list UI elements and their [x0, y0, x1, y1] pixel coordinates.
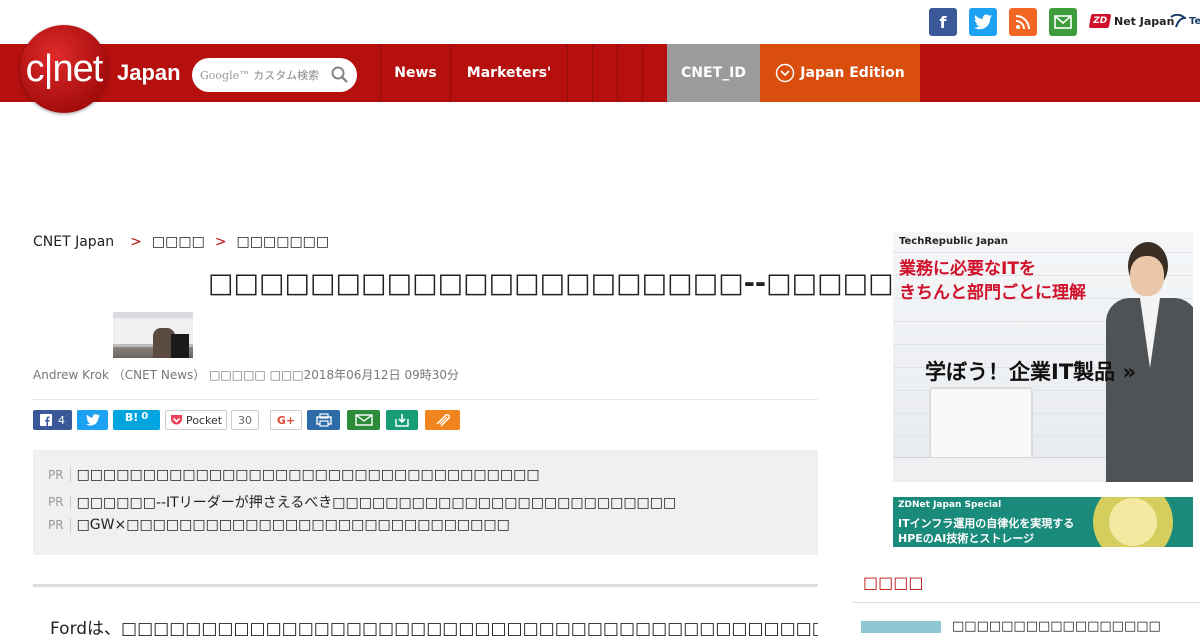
download-icon [395, 414, 409, 427]
japan-edition-button[interactable]: Japan Edition [760, 44, 920, 102]
pr-link[interactable]: PR □□□□□□--ITリーダーが押さえるべき□□□□□□□□□□□□□□□□… [48, 492, 676, 512]
nav-item-marketers[interactable]: Marketers' [450, 44, 567, 102]
breadcrumb-level1[interactable]: □□□□ [152, 234, 205, 250]
logo-suffix: Japan [117, 60, 181, 85]
nav-item-6[interactable] [642, 44, 667, 102]
facebook-icon [40, 414, 52, 426]
ad2-brand: ZDNet Japan Special [898, 500, 1002, 510]
breadcrumb-separator: > [214, 234, 227, 250]
techrepublic-icon [1170, 14, 1186, 28]
pr-links-box: PR □□□□□□□□□□□□□□□□□□□□□□□□□□□□□□□□□□□ P… [33, 450, 818, 555]
cnet-id-button[interactable]: CNET_ID [667, 44, 760, 102]
google-plus-button[interactable]: G+ [270, 410, 302, 430]
article-title: □□□□□□□□□□□□□□□□□□□□□--□□□□□ [208, 268, 894, 299]
nav-item-news[interactable]: News [380, 44, 450, 102]
paperclip-icon [436, 414, 450, 427]
pr-link[interactable]: PR □□□□□□□□□□□□□□□□□□□□□□□□□□□□□□□□□□□ [48, 467, 540, 483]
facebook-share-button[interactable]: 4 [33, 410, 72, 430]
zdnet-logo-mark: ZD [1088, 14, 1112, 28]
nav-item-4[interactable] [592, 44, 617, 102]
hatena-label: B! [124, 411, 139, 424]
search-input[interactable] [251, 67, 330, 83]
nav-item-3[interactable] [567, 44, 592, 102]
ad-monitor-illustration [929, 387, 1033, 461]
ad-cta: 学ぼう！企業IT製品 » [925, 360, 1137, 384]
nav-item-5[interactable] [617, 44, 642, 102]
divider [33, 399, 818, 400]
techrepublic-label: Tech [1189, 15, 1200, 27]
mail-share-button[interactable] [347, 410, 380, 430]
pr-link-text: □GW×□□□□□□□□□□□□□□□□□□□□□□□□□□□□□ [76, 517, 510, 533]
pr-link[interactable]: PR □GW×□□□□□□□□□□□□□□□□□□□□□□□□□□□□□ [48, 517, 510, 533]
sidebar-heading: □□□□ [863, 573, 924, 592]
cnet-logo[interactable]: c|net [20, 25, 108, 113]
facebook-count: 4 [58, 413, 65, 427]
sidebar-item-thumbnail[interactable] [861, 621, 941, 633]
breadcrumb: CNET Japan > □□□□ > □□□□□□□ [33, 234, 329, 250]
zdnet-label: Net Japan [1114, 14, 1175, 28]
sidebar-section-header: □□□□ [853, 564, 1200, 603]
ad2-line-1: ITインフラ運用の自律化を実現する [898, 517, 1075, 530]
techrepublic-link[interactable]: Tech [1170, 8, 1200, 34]
twitter-icon[interactable] [969, 8, 997, 36]
breadcrumb-separator: > [130, 234, 142, 250]
pocket-count: 30 [231, 410, 259, 430]
chevron-down-circle-icon [776, 63, 795, 83]
twitter-icon [85, 414, 100, 426]
download-button[interactable] [386, 410, 418, 430]
pocket-button[interactable]: Pocket [165, 410, 227, 430]
pr-link-text: □□□□□□□□□□□□□□□□□□□□□□□□□□□□□□□□□□□ [76, 467, 540, 483]
edition-label: Japan Edition [800, 65, 905, 81]
logo-text: c|net [25, 47, 104, 90]
article-thumbnail [113, 312, 193, 358]
breadcrumb-root[interactable]: CNET Japan [33, 234, 114, 250]
ad-headline-1: 業務に必要なITを [899, 259, 1036, 279]
ad-brand: TechRepublic Japan [899, 236, 1008, 247]
techrepublic-ad-banner[interactable]: TechRepublic Japan 業務に必要なITを きちんと部門ごとに理解… [893, 232, 1193, 482]
pr-tag: PR [48, 495, 71, 509]
pocket-label: Pocket [185, 413, 223, 427]
pr-link-text: □□□□□□--ITリーダーが押さえるべき□□□□□□□□□□□□□□□□□□□… [76, 495, 677, 511]
facebook-icon[interactable]: f [929, 8, 957, 36]
mail-icon [354, 414, 373, 426]
mail-icon[interactable] [1049, 8, 1077, 36]
zdnet-japan-link[interactable]: ZD Net Japan [1088, 8, 1175, 34]
search-box: Google™ [192, 58, 357, 92]
google-brand: Google™ [200, 68, 251, 82]
pr-tag: PR [48, 468, 71, 482]
pocket-icon [170, 415, 182, 425]
section-divider [33, 584, 818, 587]
zdnet-special-ad-banner[interactable]: ZDNet Japan Special ITインフラ運用の自律化を実現する HP… [893, 497, 1193, 547]
print-icon [315, 413, 332, 427]
pr-tag: PR [48, 518, 71, 532]
rss-icon[interactable] [1009, 8, 1037, 36]
clip-button[interactable] [425, 410, 460, 430]
article-byline: Andrew Krok （CNET News） □□□□□ □□□2018年06… [33, 368, 460, 382]
hatena-count: 0 [141, 411, 149, 422]
article-body-first-line: Fordは、□□□□□□□□□□□□□□□□□□□□□□□□□□□□□□□□□□… [49, 619, 818, 639]
ad2-line-2: HPEのAI技術とストレージ [898, 532, 1035, 545]
breadcrumb-level2[interactable]: □□□□□□□ [237, 234, 330, 250]
search-icon[interactable] [331, 66, 349, 84]
print-button[interactable] [307, 410, 340, 430]
hatena-bookmark-button[interactable]: B! 0 [113, 410, 160, 430]
ad-headline-2: きちんと部門ごとに理解 [899, 283, 1086, 303]
twitter-share-button[interactable] [77, 410, 108, 430]
sidebar-item-title[interactable]: □□□□□□□□□□□□□□□□□ [952, 619, 1161, 634]
